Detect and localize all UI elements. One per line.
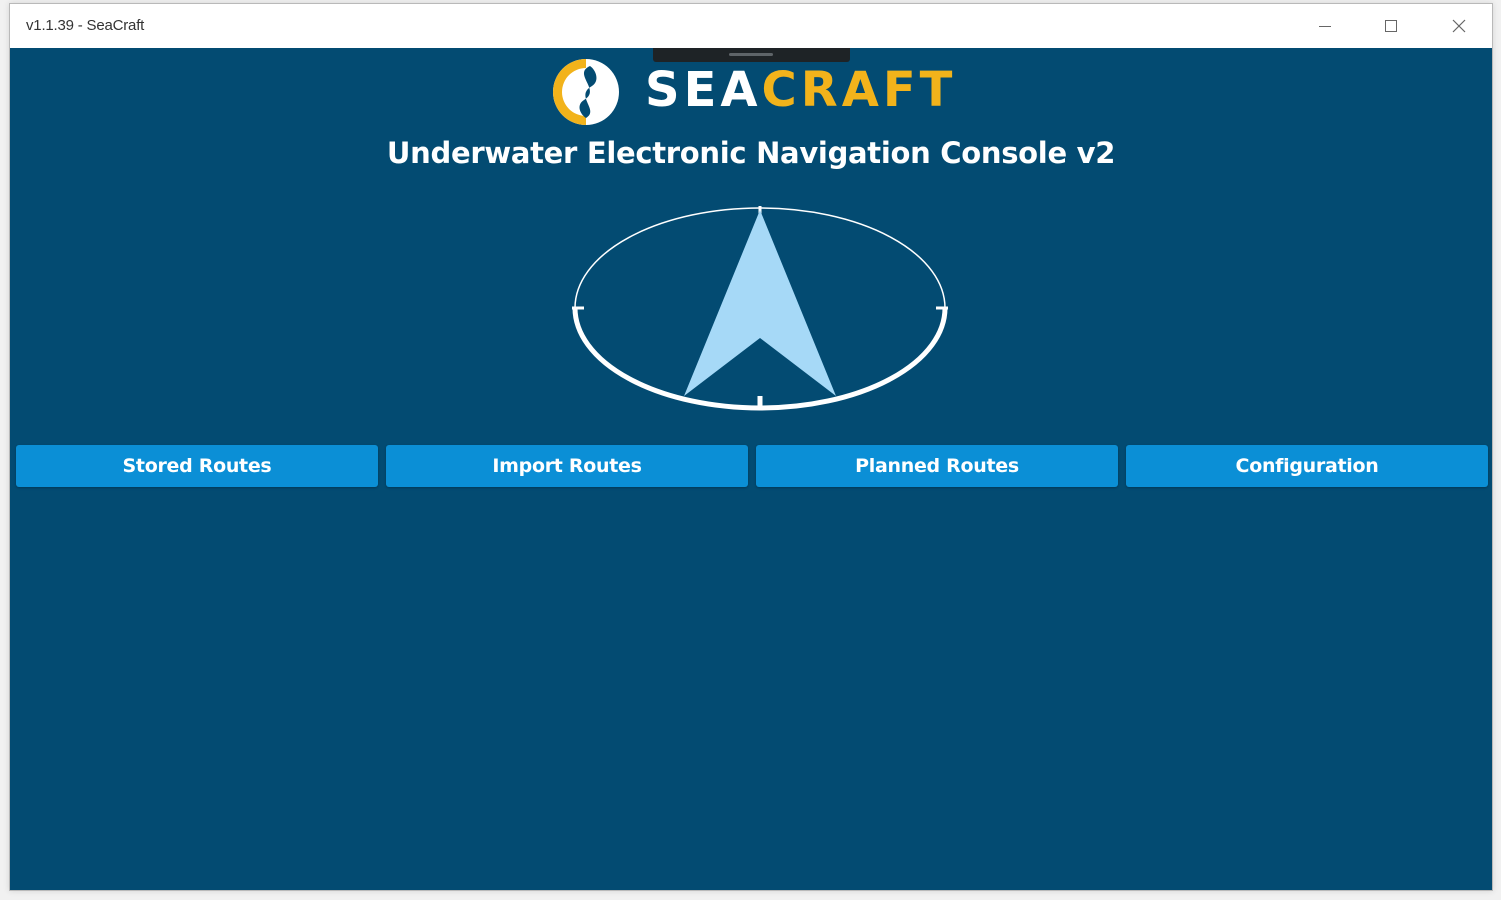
wordmark-craft: CRAFT: [761, 62, 957, 118]
seacraft-wordmark: SEACRAFT: [645, 58, 956, 122]
planned-routes-button[interactable]: Planned Routes: [756, 445, 1118, 487]
main-nav: Stored Routes Import Routes Planned Rout…: [16, 445, 1489, 489]
app-content: SEACRAFT Underwater Electronic Navigatio…: [10, 48, 1492, 890]
stored-routes-button[interactable]: Stored Routes: [16, 445, 378, 487]
close-icon: [1452, 19, 1466, 33]
configuration-button[interactable]: Configuration: [1126, 445, 1488, 487]
seacraft-logo-icon: [550, 56, 622, 133]
maximize-button[interactable]: [1358, 4, 1424, 48]
app-window: v1.1.39 - SeaCraft SEACRAFT Underwater E…: [9, 3, 1493, 891]
page-title: Underwater Electronic Navigation Console…: [386, 136, 1116, 170]
desktop: v1.1.39 - SeaCraft SEACRAFT Underwater E…: [0, 0, 1501, 900]
minimize-icon: [1318, 19, 1332, 33]
window-title: v1.1.39 - SeaCraft: [26, 17, 145, 34]
maximize-icon: [1384, 19, 1398, 33]
import-routes-button[interactable]: Import Routes: [386, 445, 748, 487]
compass-heading-arrow-icon: [560, 198, 960, 433]
wordmark-sea: SEA: [645, 62, 762, 118]
seacraft-logo: SEACRAFT: [550, 52, 952, 133]
title-bar[interactable]: v1.1.39 - SeaCraft: [10, 4, 1492, 48]
minimize-button[interactable]: [1292, 4, 1358, 48]
close-button[interactable]: [1426, 4, 1492, 48]
